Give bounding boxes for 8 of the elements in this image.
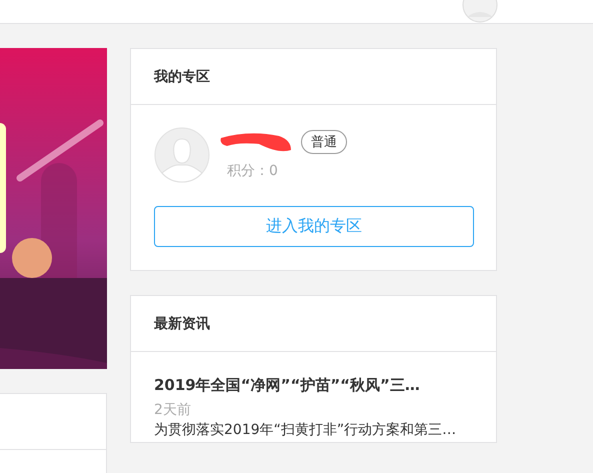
card-title: 最新资讯 [131, 296, 496, 352]
level-badge: 普通 [301, 130, 347, 154]
avatar-icon [154, 127, 210, 183]
news-summary: 为贯彻落实2019年“扫黄打非”行动方案和第三… [154, 421, 458, 440]
points-text: 积分：0 [226, 162, 279, 180]
news-title-link[interactable]: 2019年全国“净网”“护苗”“秋风”三… [154, 376, 473, 395]
news-time: 2天前 [154, 401, 192, 419]
card-title: 我的专区 [131, 49, 496, 105]
